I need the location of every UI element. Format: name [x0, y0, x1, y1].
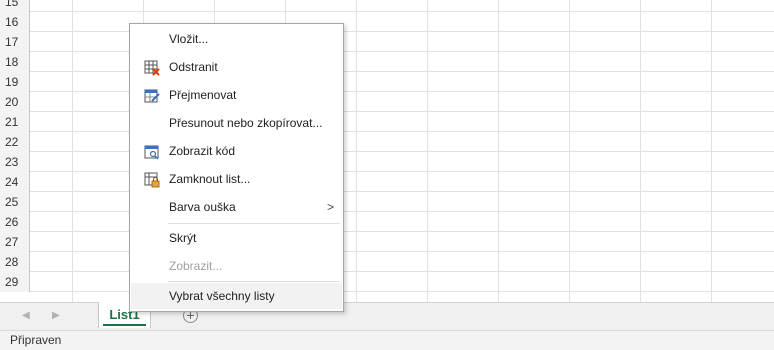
grid-row[interactable]: 26	[0, 212, 774, 232]
row-header[interactable]: 18	[0, 52, 30, 72]
row-header[interactable]: 27	[0, 232, 30, 252]
row-header[interactable]: 24	[0, 172, 30, 192]
chevron-right-icon: >	[326, 200, 334, 214]
row-header[interactable]: 28	[0, 252, 30, 272]
row-header[interactable]: 26	[0, 212, 30, 232]
grid-row[interactable]: 25	[0, 192, 774, 212]
menu-item-protect-sheet[interactable]: Zamknout list...	[131, 166, 342, 192]
scroll-tabs-right-icon[interactable]: ▶	[52, 309, 60, 323]
menu-item-label: Zobrazit kód	[169, 144, 236, 158]
grid-row[interactable]: 17	[0, 32, 774, 52]
menu-item-label: Odstranit	[169, 60, 218, 74]
active-tab-underline	[103, 324, 146, 326]
row-header[interactable]: 25	[0, 192, 30, 212]
menu-item-label: Přesunout nebo zkopírovat...	[169, 116, 323, 130]
worksheet-grid[interactable]: 15 16 17 18 19 20 21 22 23 24 25 26 27 2…	[0, 0, 774, 302]
menu-item-tab-color[interactable]: Barva ouška >	[131, 194, 342, 220]
grid-row[interactable]: 15	[0, 0, 774, 12]
menu-item-unhide: Zobrazit...	[131, 253, 342, 279]
menu-item-label: Vložit...	[169, 32, 209, 46]
status-bar: Připraven	[0, 330, 774, 350]
grid-row[interactable]: 19	[0, 72, 774, 92]
menu-separator	[168, 281, 340, 282]
grid-row[interactable]: 23	[0, 152, 774, 172]
menu-item-move-or-copy[interactable]: Přesunout nebo zkopírovat...	[131, 110, 342, 136]
sheet-tab-bar: ◀ ▶ List1 +	[0, 302, 774, 330]
row-header[interactable]: 16	[0, 12, 30, 32]
menu-item-view-code[interactable]: Zobrazit kód	[131, 138, 342, 164]
scroll-tabs-left-icon[interactable]: ◀	[22, 309, 30, 323]
menu-separator	[168, 223, 340, 224]
grid-row[interactable]: 20	[0, 92, 774, 112]
row-header[interactable]: 20	[0, 92, 30, 112]
menu-item-label: Barva ouška	[169, 200, 236, 214]
menu-item-label: Vybrat všechny listy	[169, 289, 275, 303]
row-header[interactable]: 22	[0, 132, 30, 152]
row-header[interactable]: 21	[0, 112, 30, 132]
status-text: Připraven	[10, 333, 62, 347]
grid-row[interactable]: 18	[0, 52, 774, 72]
grid-row[interactable]: 24	[0, 172, 774, 192]
menu-item-delete[interactable]: Odstranit	[131, 54, 342, 80]
menu-item-label: Skrýt	[169, 231, 197, 245]
protect-sheet-icon	[144, 171, 160, 188]
menu-item-label: Zobrazit...	[169, 259, 223, 273]
sheet-tab-context-menu: Vložit... Odstranit Přejmenovat Přesunou…	[129, 23, 344, 312]
grid-row[interactable]: 16	[0, 12, 774, 32]
row-header[interactable]: 17	[0, 32, 30, 52]
grid-row[interactable]: 29	[0, 272, 774, 292]
menu-item-insert[interactable]: Vložit...	[131, 26, 342, 52]
rename-sheet-icon	[144, 87, 160, 103]
menu-item-hide[interactable]: Skrýt	[131, 225, 342, 251]
view-code-icon	[144, 143, 160, 160]
menu-item-select-all-sheets[interactable]: Vybrat všechny listy	[131, 283, 342, 309]
grid-row[interactable]: 28	[0, 252, 774, 272]
grid-row[interactable]: 21	[0, 112, 774, 132]
menu-item-label: Zamknout list...	[169, 172, 251, 186]
delete-sheet-icon	[144, 59, 160, 76]
menu-item-label: Přejmenovat	[169, 88, 237, 102]
grid-row[interactable]: 22	[0, 132, 774, 152]
grid-row[interactable]: 27	[0, 232, 774, 252]
row-header[interactable]: 19	[0, 72, 30, 92]
menu-item-rename[interactable]: Přejmenovat	[131, 82, 342, 108]
row-header[interactable]: 29	[0, 272, 30, 292]
row-header[interactable]: 23	[0, 152, 30, 172]
row-header[interactable]: 15	[0, 0, 30, 12]
